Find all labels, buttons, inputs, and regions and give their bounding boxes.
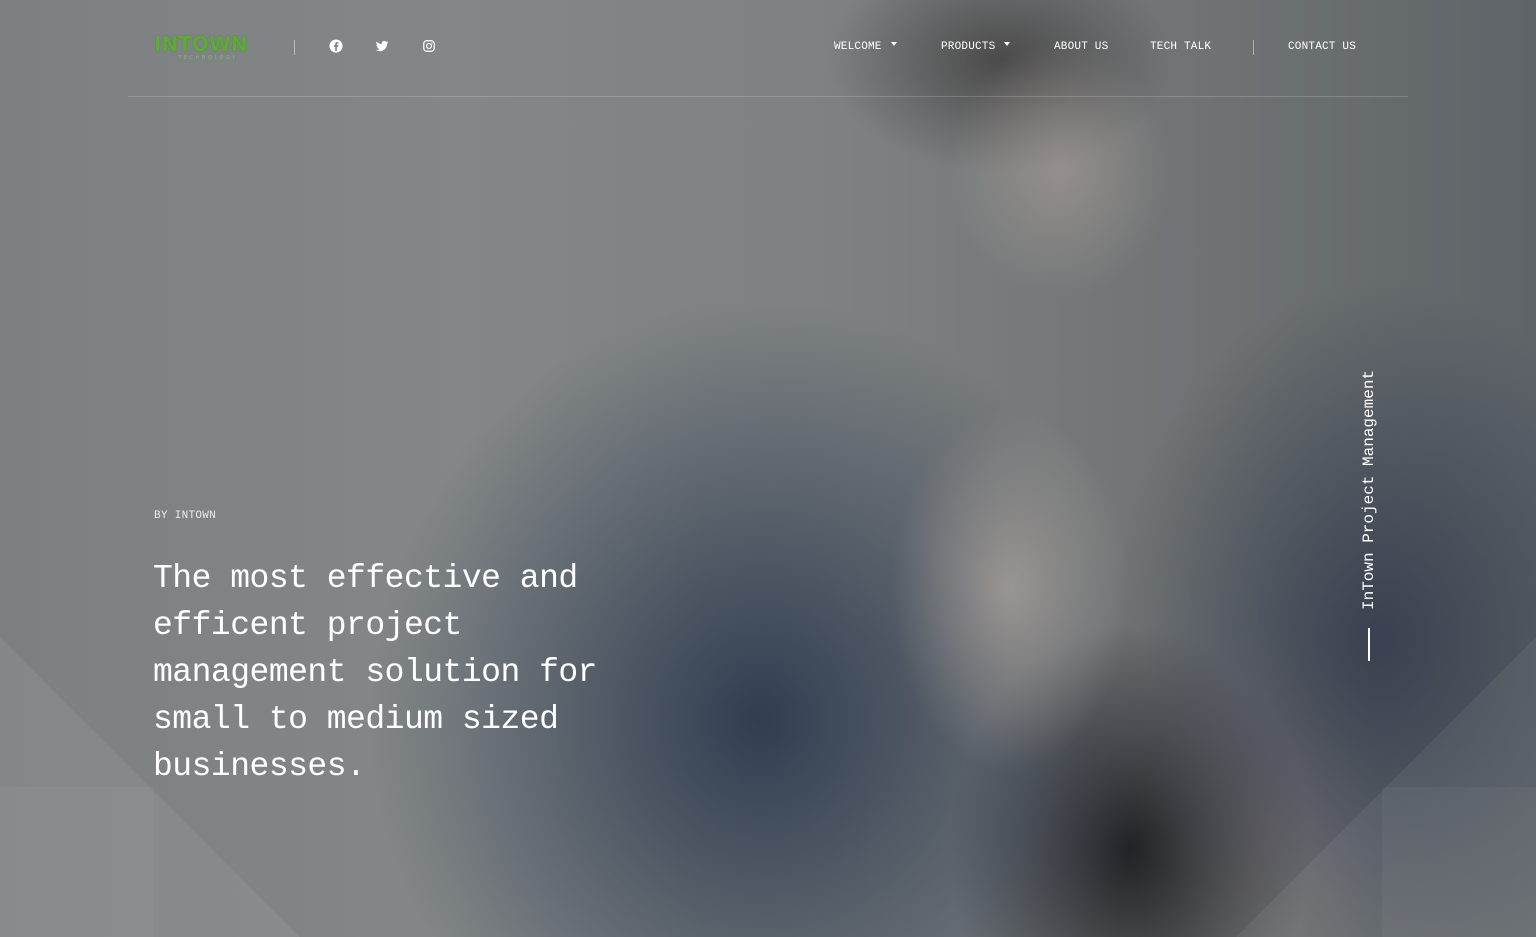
site-header: INTOWN TECHNOLOGY WELCOME PRODUCTS ABOUT… (128, 0, 1408, 97)
side-label-text: InTown Project Management (1360, 369, 1378, 610)
decorative-block-left (0, 787, 154, 937)
nav-products[interactable]: PRODUCTS (941, 40, 1011, 54)
nav-tech-talk[interactable]: TECH TALK (1150, 40, 1211, 54)
nav-about-us[interactable]: ABOUT US (1054, 40, 1108, 54)
hero-headline: The most effective and efficent project … (153, 560, 597, 785)
nav-welcome[interactable]: WELCOME (834, 40, 897, 54)
main-nav: WELCOME PRODUCTS ABOUT US TECH TALK CONT… (128, 40, 1408, 56)
hero-background (0, 0, 1536, 937)
side-label-line (1368, 628, 1370, 661)
decorative-block-right (1382, 787, 1536, 937)
nav-divider (1253, 40, 1254, 55)
nav-products-label: PRODUCTS (941, 41, 996, 53)
nav-contact-us[interactable]: CONTACT US (1288, 40, 1356, 54)
nav-welcome-label: WELCOME (834, 41, 882, 53)
hero-eyebrow: BY INTOWN (154, 510, 217, 522)
side-label: InTown Project Management (1360, 352, 1378, 610)
chevron-down-icon (1004, 42, 1011, 46)
decorative-triangle-right (1236, 637, 1536, 937)
chevron-down-icon (890, 42, 897, 46)
